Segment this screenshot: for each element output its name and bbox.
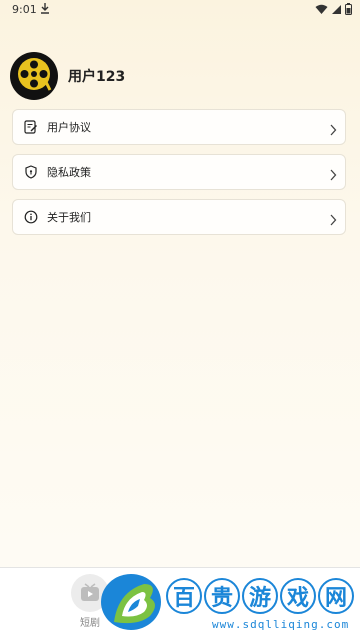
username: 用户123 — [68, 69, 126, 85]
site-watermark: 百 贵 游 戏 网 www.sdqlliqing.com — [98, 572, 360, 634]
film-reel-icon — [16, 56, 52, 96]
watermark-text: 百 贵 游 戏 网 — [166, 578, 354, 614]
shield-icon — [23, 164, 39, 180]
chevron-right-icon — [329, 121, 337, 140]
menu-item-label: 隐私政策 — [47, 166, 91, 179]
status-bar: 9:01 — [0, 0, 360, 20]
watermark-char: 游 — [242, 578, 278, 614]
watermark-logo-icon — [98, 572, 164, 636]
wifi-icon — [315, 4, 328, 18]
download-icon — [40, 2, 50, 17]
watermark-char: 百 — [166, 578, 202, 614]
chevron-right-icon — [329, 166, 337, 185]
menu-item-label: 关于我们 — [47, 211, 91, 224]
menu-item-privacy-policy[interactable]: 隐私政策 — [12, 154, 346, 190]
profile-header: 用户123 — [10, 52, 125, 100]
menu-item-label: 用户协议 — [47, 121, 91, 134]
watermark-char: 网 — [318, 578, 354, 614]
watermark-url: www.sdqlliqing.com — [212, 618, 350, 631]
chevron-right-icon — [329, 211, 337, 230]
document-edit-icon — [23, 119, 39, 135]
watermark-char: 戏 — [280, 578, 316, 614]
status-time: 9:01 — [12, 3, 37, 16]
battery-icon — [345, 3, 352, 18]
menu-item-about-us[interactable]: 关于我们 — [12, 199, 346, 235]
menu-item-user-agreement[interactable]: 用户协议 — [12, 109, 346, 145]
info-icon — [23, 209, 39, 225]
avatar[interactable] — [10, 52, 58, 100]
signal-icon — [331, 4, 342, 18]
watermark-char: 贵 — [204, 578, 240, 614]
